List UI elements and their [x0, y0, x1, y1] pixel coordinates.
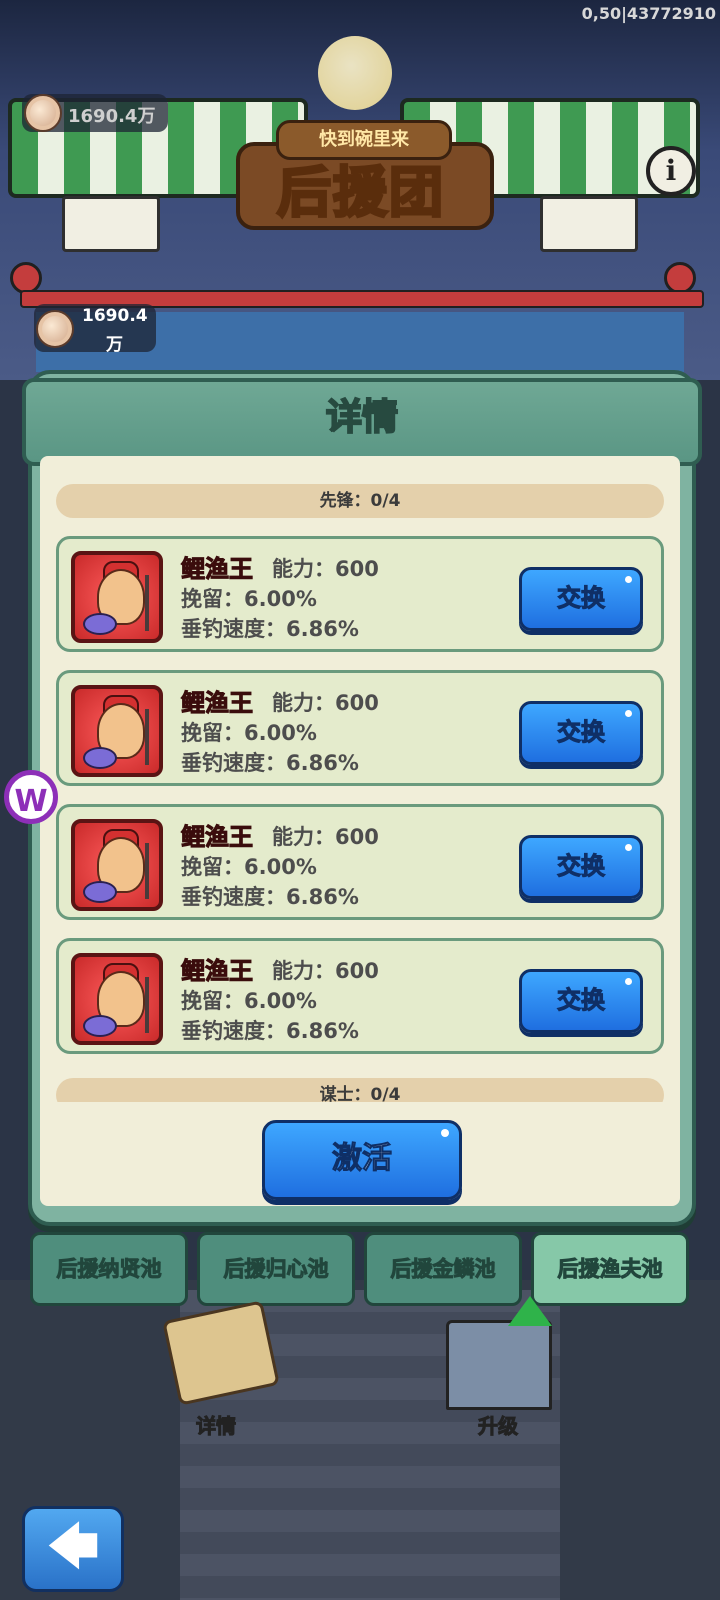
currency-amount-line2: 万	[106, 335, 123, 355]
currency-amount: 1690.4万	[68, 106, 156, 127]
swap-button-label: 交换	[557, 584, 606, 613]
activate-button-label: 激活	[332, 1141, 393, 1177]
logo-title: 后援团	[276, 160, 445, 226]
right-stall	[540, 196, 638, 252]
swap-button-label: 交换	[557, 718, 606, 747]
section-header-clip: 谋士：0/4	[56, 1078, 664, 1102]
details-label: 详情	[196, 1414, 237, 1439]
swap-button[interactable]: 交换	[519, 835, 643, 899]
hero-fishing-speed: 垂钓速度：6.86%	[181, 617, 359, 641]
coin-icon	[36, 310, 74, 348]
upgrade-arrow-icon	[508, 1296, 552, 1326]
swap-button[interactable]: 交换	[519, 567, 643, 631]
tab-golden-scale-pool[interactable]: 后援金鳞池	[364, 1232, 522, 1306]
hero-name: 鲤渔王	[181, 555, 254, 584]
coin-icon	[24, 94, 62, 132]
hero-card: 鲤渔王 能力：600 挽留：6.00% 垂钓速度：6.86% 交换	[56, 804, 664, 920]
hero-portrait	[71, 685, 163, 777]
activate-button[interactable]: 激活	[262, 1120, 462, 1200]
hero-portrait	[71, 953, 163, 1045]
upgrade-label: 升级	[478, 1414, 519, 1439]
hero-retain: 挽留：6.00%	[181, 587, 317, 611]
swap-button-label: 交换	[557, 986, 606, 1015]
hero-retain: 挽留：6.00%	[181, 989, 317, 1013]
hero-retain: 挽留：6.00%	[181, 855, 317, 879]
hero-power: 能力：600	[272, 959, 379, 983]
hero-power: 能力：600	[272, 825, 379, 849]
hero-card: 鲤渔王 能力：600 挽留：6.00% 垂钓速度：6.86% 交换	[56, 536, 664, 652]
game-logo: 快到碗里来 后援团	[226, 112, 496, 232]
section-header-strategist: 谋士：0/4	[56, 1078, 664, 1102]
hero-name: 鲤渔王	[181, 823, 254, 852]
tab-recruit-pool[interactable]: 后援纳贤池	[30, 1232, 188, 1306]
temple-icon[interactable]	[446, 1320, 552, 1410]
hero-name: 鲤渔王	[181, 957, 254, 986]
hero-portrait	[71, 551, 163, 643]
modal-title: 详情	[325, 396, 399, 439]
currency-bar-top: 1690.4万	[22, 94, 168, 132]
currency-bar-panel: 1690.4 万	[34, 304, 156, 355]
tab-loyalty-pool[interactable]: 后援归心池	[197, 1232, 355, 1306]
swap-button[interactable]: 交换	[519, 969, 643, 1033]
moon-decoration	[318, 36, 392, 110]
hero-retain: 挽留：6.00%	[181, 721, 317, 745]
swap-button-label: 交换	[557, 852, 606, 881]
hero-card: 鲤渔王 能力：600 挽留：6.00% 垂钓速度：6.86% 交换	[56, 670, 664, 786]
left-stall	[62, 196, 160, 252]
back-button[interactable]: 🡄	[22, 1506, 124, 1592]
tab-fisherman-pool[interactable]: 后援渔夫池	[531, 1232, 689, 1306]
hero-fishing-speed: 垂钓速度：6.86%	[181, 751, 359, 775]
debug-overlay-text: 0,50|43772910	[581, 4, 716, 23]
section-header-vanguard: 先锋：0/4	[56, 484, 664, 518]
hero-power: 能力：600	[272, 557, 379, 581]
hero-power: 能力：600	[272, 691, 379, 715]
swap-button[interactable]: 交换	[519, 701, 643, 765]
info-icon[interactable]: i	[646, 146, 696, 196]
hero-fishing-speed: 垂钓速度：6.86%	[181, 885, 359, 909]
hero-name: 鲤渔王	[181, 689, 254, 718]
hero-portrait	[71, 819, 163, 911]
back-arrow-icon: 🡄	[46, 1517, 100, 1577]
watermark-logo-icon[interactable]: W	[4, 770, 58, 824]
hero-card: 鲤渔王 能力：600 挽留：6.00% 垂钓速度：6.86% 交换	[56, 938, 664, 1054]
currency-amount-line1: 1690.4	[82, 306, 148, 326]
hero-fishing-speed: 垂钓速度：6.86%	[181, 1019, 359, 1043]
